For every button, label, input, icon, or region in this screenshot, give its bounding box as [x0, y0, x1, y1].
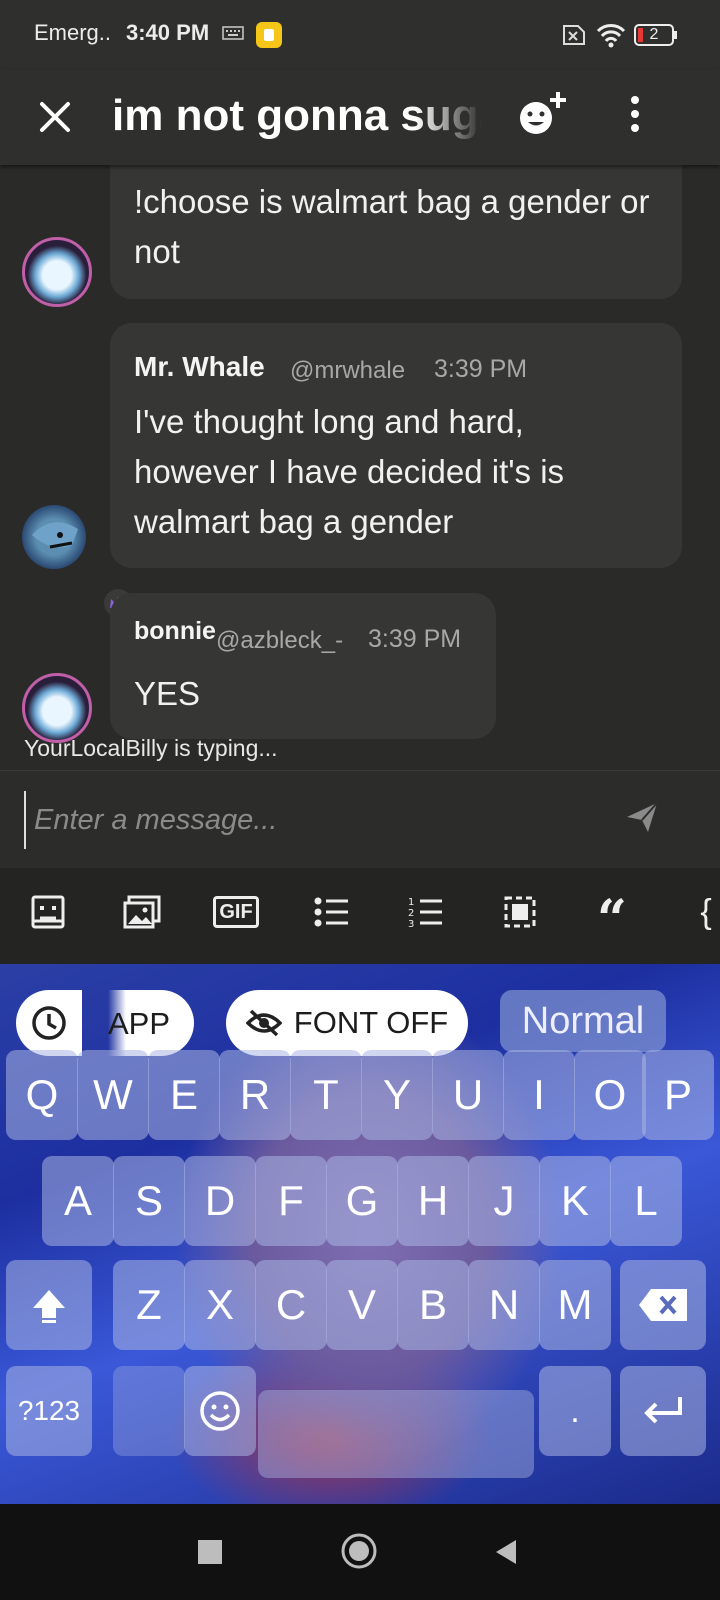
author-name[interactable]: Mr. Whale — [134, 351, 265, 383]
key-w[interactable]: W — [77, 1050, 149, 1140]
comma-key[interactable] — [113, 1366, 185, 1456]
send-icon[interactable] — [624, 799, 660, 840]
key-f[interactable]: F — [255, 1156, 327, 1246]
message-bubble[interactable]: Mr. Whale @mrwhale 3:39 PM I've thought … — [110, 323, 682, 568]
chat-title[interactable]: im not gonna sugar — [112, 88, 482, 144]
eye-off-icon — [245, 1008, 282, 1038]
keyboard: APP FONT OFF Normal Q W E R T Y U I O P … — [0, 964, 720, 1504]
key-c[interactable]: C — [255, 1260, 327, 1350]
author-handle: @azbleck_- — [216, 627, 344, 654]
image-icon[interactable] — [122, 892, 162, 932]
emoji-icon — [199, 1390, 241, 1432]
key-i[interactable]: I — [503, 1050, 575, 1140]
message-time: 3:39 PM — [434, 355, 528, 383]
message-text: YES — [134, 675, 201, 712]
key-d[interactable]: D — [184, 1156, 256, 1246]
key-e[interactable]: E — [148, 1050, 220, 1140]
style-selector[interactable]: Normal — [500, 990, 666, 1052]
notification-app-icon — [256, 22, 282, 53]
svg-text:1: 1 — [408, 897, 414, 908]
home-icon[interactable] — [340, 1532, 378, 1575]
gif-icon[interactable]: GIF — [213, 892, 259, 932]
avatar[interactable] — [22, 673, 92, 743]
avatar[interactable] — [22, 505, 86, 569]
navigation-bar — [0, 1504, 720, 1600]
font-toggle[interactable]: FONT OFF — [226, 990, 468, 1056]
key-j[interactable]: J — [468, 1156, 540, 1246]
more-options-icon[interactable] — [628, 94, 642, 139]
svg-text:2: 2 — [408, 908, 414, 919]
key-v[interactable]: V — [326, 1260, 398, 1350]
emoji-key[interactable] — [184, 1366, 256, 1456]
keyboard-icon — [222, 26, 244, 45]
font-label: FONT OFF — [293, 1005, 449, 1040]
key-r[interactable]: R — [219, 1050, 291, 1140]
status-bar: Emerg.. 3:40 PM 2 — [0, 0, 720, 70]
enter-icon — [642, 1395, 684, 1427]
key-b[interactable]: B — [397, 1260, 469, 1350]
author-name[interactable]: bonnie — [134, 617, 216, 646]
shift-icon — [30, 1286, 68, 1324]
message-time: 3:39 PM — [368, 625, 462, 653]
clock-icon[interactable] — [18, 992, 80, 1054]
key-z[interactable]: Z — [113, 1260, 185, 1350]
spacebar[interactable] — [258, 1390, 534, 1478]
formatting-toolbar: GIF 123 “ { — [0, 868, 720, 964]
carrier-label: Emerg.. — [34, 20, 112, 45]
key-o[interactable]: O — [574, 1050, 646, 1140]
no-sim-icon — [562, 24, 586, 51]
key-k[interactable]: K — [539, 1156, 611, 1246]
quote-glyph: “ — [597, 889, 627, 950]
close-icon[interactable] — [36, 98, 74, 141]
typing-indicator: YourLocalBilly is typing... — [24, 735, 278, 761]
gif-label: GIF — [213, 896, 259, 928]
backspace-key[interactable] — [620, 1260, 706, 1350]
key-s[interactable]: S — [113, 1156, 185, 1246]
clock: 3:40 PM — [126, 20, 210, 45]
code-block-icon[interactable]: { — [686, 892, 720, 932]
key-a[interactable]: A — [42, 1156, 114, 1246]
battery-level: 2 — [649, 26, 659, 43]
svg-text:3: 3 — [408, 919, 414, 929]
key-l[interactable]: L — [610, 1156, 682, 1246]
app-label: APP — [108, 1006, 171, 1041]
symbols-key[interactable]: ?123 — [6, 1366, 92, 1456]
app-pill[interactable]: APP — [16, 990, 194, 1056]
key-h[interactable]: H — [397, 1156, 469, 1246]
add-member-icon[interactable] — [516, 88, 572, 145]
composer — [0, 770, 720, 869]
message-bubble[interactable]: !choose is walmart bag a gender or not — [110, 165, 682, 299]
period-key[interactable]: . — [539, 1366, 611, 1456]
key-y[interactable]: Y — [361, 1050, 433, 1140]
back-icon[interactable] — [494, 1538, 518, 1571]
key-x[interactable]: X — [184, 1260, 256, 1350]
backspace-icon — [637, 1287, 689, 1323]
quote-icon[interactable]: “ — [592, 892, 632, 946]
message-text: I've thought long and hard, however I ha… — [134, 403, 565, 540]
avatar[interactable] — [22, 237, 92, 307]
spoiler-icon[interactable] — [500, 892, 540, 932]
shift-key[interactable] — [6, 1260, 92, 1350]
numbered-list-icon[interactable]: 123 — [406, 892, 446, 932]
key-u[interactable]: U — [432, 1050, 504, 1140]
key-n[interactable]: N — [468, 1260, 540, 1350]
key-q[interactable]: Q — [6, 1050, 78, 1140]
message-input[interactable] — [24, 791, 596, 849]
chat-header: im not gonna sugar — [0, 70, 720, 165]
battery-icon: 2 — [634, 24, 678, 51]
key-t[interactable]: T — [290, 1050, 362, 1140]
bullet-list-icon[interactable] — [312, 892, 352, 932]
key-p[interactable]: P — [642, 1050, 714, 1140]
enter-key[interactable] — [620, 1366, 706, 1456]
message-list[interactable]: !choose is walmart bag a gender or not M… — [0, 165, 720, 770]
author-handle: @mrwhale — [290, 357, 406, 384]
sticker-icon[interactable] — [28, 892, 68, 932]
brace-glyph: { — [700, 892, 712, 931]
key-g[interactable]: G — [326, 1156, 398, 1246]
message-text: !choose is walmart bag a gender or not — [134, 183, 650, 270]
recents-icon[interactable] — [198, 1540, 222, 1569]
message-bubble[interactable]: bonnie @azbleck_- 3:39 PM YES — [110, 593, 496, 739]
wifi-icon — [596, 22, 626, 53]
key-m[interactable]: M — [539, 1260, 611, 1350]
